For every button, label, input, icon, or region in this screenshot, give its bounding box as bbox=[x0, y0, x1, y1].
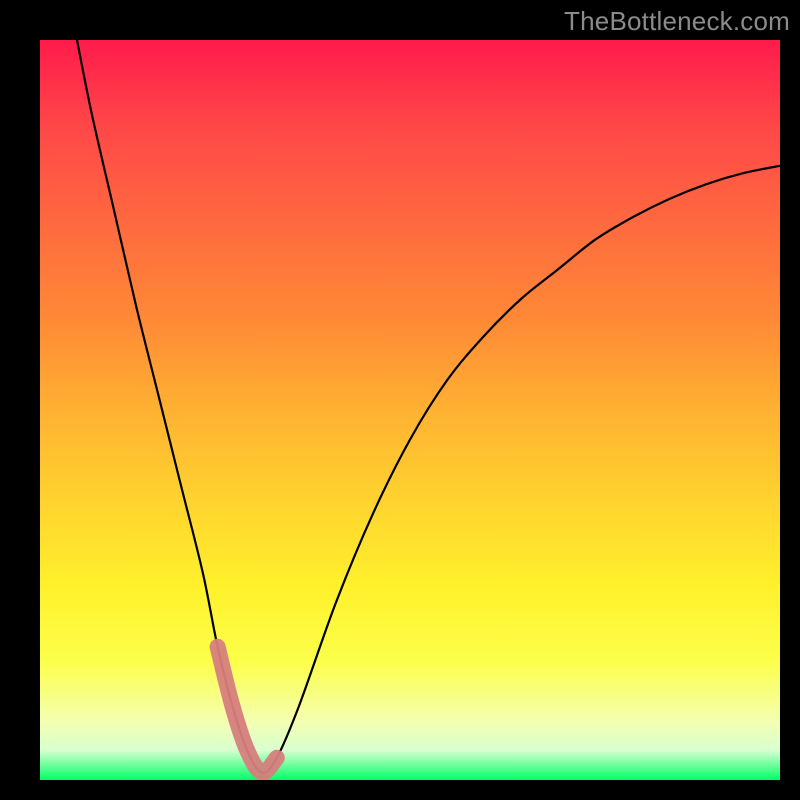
bottleneck-curve-line bbox=[77, 40, 780, 773]
plot-area bbox=[40, 40, 780, 780]
bottleneck-curve-highlight bbox=[218, 647, 277, 773]
curve-svg bbox=[40, 40, 780, 780]
watermark-text: TheBottleneck.com bbox=[564, 6, 790, 37]
chart-frame: TheBottleneck.com bbox=[0, 0, 800, 800]
